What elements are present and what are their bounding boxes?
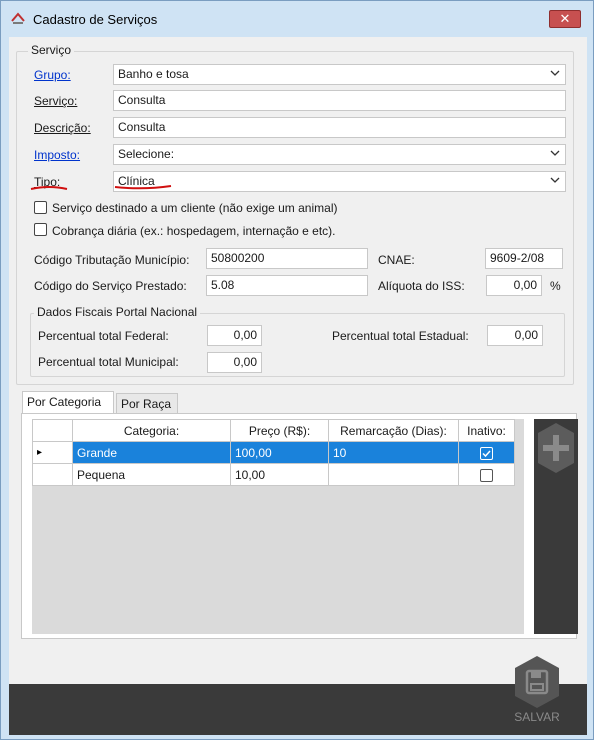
grupo-label[interactable]: Grupo: [34,68,71,82]
bottom-action-bar [9,684,587,735]
window-title: Cadastro de Serviços [33,12,158,27]
servico-label: Serviço: [34,94,78,108]
cod-trib-input[interactable]: 50800200 [206,248,368,269]
app-logo-icon [11,12,25,24]
cell-preco[interactable]: 100,00 [230,441,329,464]
window: Cadastro de Serviços ✕ Serviço Grupo: Ba… [0,0,594,740]
grupo-select[interactable]: Banho e tosa [113,64,566,85]
column-header-preco[interactable]: Preço (R$): [230,419,329,442]
row-header-corner [32,419,73,442]
column-header-remarcacao[interactable]: Remarcação (Dias): [328,419,459,442]
tab-por-raca[interactable]: Por Raça [116,393,178,413]
cod-trib-label: Código Tributação Município: [34,253,190,267]
inativo-checkbox[interactable] [480,468,493,482]
close-button[interactable]: ✕ [549,10,581,28]
cnae-label: CNAE: [378,253,415,267]
cell-remarcacao[interactable]: 10 [328,441,459,464]
cell-remarcacao[interactable] [328,463,459,486]
fiscal-group-title: Dados Fiscais Portal Nacional [34,305,201,319]
tab-por-categoria[interactable]: Por Categoria [22,391,114,413]
servico-input[interactable]: Consulta [113,90,566,111]
chevron-down-icon [550,150,560,156]
save-button-label: SALVAR [514,710,560,724]
imposto-select[interactable]: Selecione: [113,144,566,165]
category-grid-panel: Categoria: Preço (R$): Remarcação (Dias)… [21,413,578,639]
red-annotation-tipo-value [114,185,172,190]
cell-inativo[interactable] [458,463,515,486]
column-header-categoria[interactable]: Categoria: [72,419,231,442]
estadual-label: Percentual total Estadual: [332,329,469,343]
chevron-down-icon [550,70,560,76]
checkmark-icon [482,450,491,457]
tab-por-categoria-label: Por Categoria [27,395,102,409]
diaria-checkbox-label[interactable]: Cobrança diária (ex.: hospedagem, intern… [52,224,336,238]
red-annotation-tipo-label [30,186,68,190]
category-table: Categoria: Preço (R$): Remarcação (Dias)… [32,419,515,486]
descricao-label: Descrição: [34,121,91,135]
cliente-checkbox-label[interactable]: Serviço destinado a um cliente (não exig… [52,201,337,215]
federal-input[interactable]: 0,00 [207,325,262,346]
chevron-down-icon [550,177,560,183]
imposto-value: Selecione: [118,147,175,161]
table-row[interactable]: ▸ Grande 100,00 10 [32,441,515,464]
municipal-label: Percentual total Municipal: [38,355,179,369]
imposto-label[interactable]: Imposto: [34,148,80,162]
row-selector[interactable] [32,463,73,486]
tab-por-raca-label: Por Raça [121,397,172,411]
cell-categoria[interactable]: Pequena [72,463,231,486]
cod-serv-label: Código do Serviço Prestado: [34,279,187,293]
cell-inativo[interactable] [458,441,515,464]
cnae-input[interactable]: 9609-2/08 [485,248,563,269]
tipo-select[interactable]: Clínica [113,171,566,192]
cod-serv-input[interactable]: 5.08 [206,275,368,296]
federal-label: Percentual total Federal: [38,329,169,343]
category-grid: Categoria: Preço (R$): Remarcação (Dias)… [32,419,524,634]
inativo-checkbox[interactable] [480,446,493,460]
save-button[interactable]: SALVAR [509,654,569,734]
table-header-row: Categoria: Preço (R$): Remarcação (Dias)… [32,419,515,442]
estadual-input[interactable]: 0,00 [487,325,543,346]
municipal-input[interactable]: 0,00 [207,352,262,373]
plus-icon[interactable] [534,419,578,479]
table-row[interactable]: Pequena 10,00 [32,463,515,486]
aliquota-input[interactable]: 0,00 [486,275,542,296]
grupo-value: Banho e tosa [118,67,189,81]
cell-categoria[interactable]: Grande [72,441,231,464]
title-bar: Cadastro de Serviços ✕ [1,1,593,37]
aliquota-unit: % [550,279,561,293]
column-header-inativo[interactable]: Inativo: [458,419,515,442]
servico-group-title: Serviço [28,43,75,57]
row-selector-icon[interactable]: ▸ [32,441,73,464]
grid-side-panel [534,419,578,634]
descricao-input[interactable]: Consulta [113,117,566,138]
cell-preco[interactable]: 10,00 [230,463,329,486]
diaria-checkbox[interactable] [34,223,47,236]
save-icon [515,656,559,708]
aliquota-label: Alíquota do ISS: [378,279,465,293]
cliente-checkbox[interactable] [34,201,47,214]
form-body: Serviço Grupo: Banho e tosa Serviço: Con… [9,37,587,735]
